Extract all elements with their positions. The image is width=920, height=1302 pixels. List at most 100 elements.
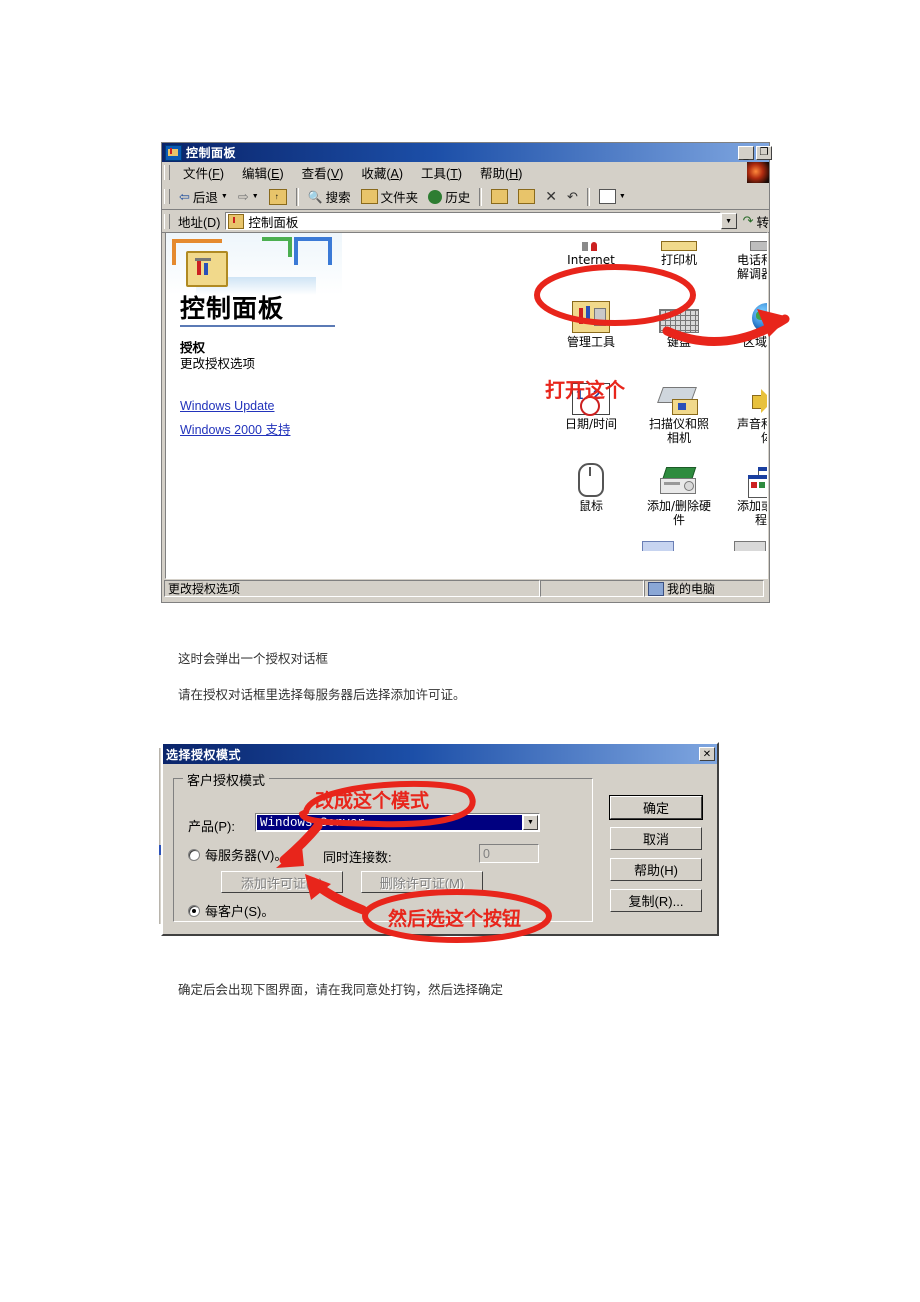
forward-button[interactable]: ⇨ ▼ (233, 188, 264, 206)
cp-icon-scanners-cameras[interactable]: 扫描仪和照 相机 (635, 375, 723, 445)
cp-icon-sounds-multimedia[interactable]: 声音和多媒 体 (723, 375, 767, 445)
cp-icon-administrative-tools[interactable]: 管理工具 (547, 293, 635, 349)
menu-grip[interactable] (164, 165, 170, 180)
cp-icon-keyboard[interactable]: 键盘 (635, 293, 723, 349)
cp-icon-label: 添加或删除 程序 (736, 499, 767, 527)
status-zone-label: 我的电脑 (667, 582, 716, 596)
cp-icon-label: 电话和调制 解调器选项 (736, 253, 767, 281)
group-legend: 客户授权模式 (183, 770, 270, 789)
window-title-bar[interactable]: 控制面板 _ ❐ (162, 143, 772, 162)
divider (180, 325, 335, 327)
cp-icon-label: Internet (567, 253, 615, 267)
menu-item-favorites[interactable]: 收藏(A) (352, 161, 412, 184)
cp-icon-regional-options[interactable]: 区域选项 (723, 293, 767, 349)
menu-item-tools[interactable]: 工具(T) (412, 161, 471, 184)
history-button[interactable]: 历史 (423, 186, 475, 207)
per-server-label: 每服务器(V)。 (205, 848, 288, 863)
delete-button[interactable]: ✕ (540, 187, 562, 206)
chevron-down-icon[interactable]: ▼ (252, 193, 259, 200)
keyboard-icon (635, 293, 723, 333)
clipped-icons-row (342, 539, 767, 551)
toolbar: ⇦ 后退 ▼ ⇨ ▼ ↑ 🔍 搜索 文件夹 历史 ✕ ↶ ▼ (162, 184, 769, 210)
per-seat-radio[interactable]: 每客户(S)。 (188, 901, 274, 920)
cp-icon-phone-modem[interactable]: 电话和调制 解调器选项 (723, 233, 767, 281)
status-bar: 更改授权选项 我的电脑 (164, 579, 768, 598)
link-windows-2000-support[interactable]: Windows 2000 支持 (180, 419, 290, 438)
cp-icon-internet[interactable]: Internet (547, 233, 635, 267)
phone-modem-icon (723, 233, 767, 251)
toolbar-grip[interactable] (164, 189, 170, 204)
annotation-change-mode-text: 改成这个模式 (315, 790, 430, 812)
menu-item-view[interactable]: 查看(V) (293, 161, 353, 184)
remove-licenses-button[interactable]: 删除许可证(M) (361, 871, 483, 893)
move-to-button[interactable] (486, 188, 513, 205)
maximize-button[interactable]: ❐ (756, 145, 772, 160)
address-input[interactable]: 控制面板 (225, 212, 721, 230)
product-value: Windows Server (257, 815, 522, 830)
undo-button[interactable]: ↶ (562, 188, 583, 206)
per-server-radio[interactable]: 每服务器(V)。 (188, 845, 287, 864)
go-button[interactable]: ↷ 转 (738, 211, 769, 232)
cp-icon-label: 日期/时间 (564, 417, 618, 431)
menu-item-help[interactable]: 帮助(H) (471, 161, 531, 184)
concurrent-connections-label: 同时连接数: (323, 850, 392, 865)
cp-icon-mouse[interactable]: 鼠标 (547, 457, 635, 513)
dialog-title-text: 选择授权模式 (166, 747, 242, 762)
folders-icon (360, 189, 378, 204)
concurrent-connections-input[interactable]: 0 (479, 844, 539, 863)
back-button[interactable]: ⇦ 后退 ▼ (174, 186, 233, 207)
address-dropdown-button[interactable]: ▼ (720, 213, 737, 229)
paragraph-1: 这时会弹出一个授权对话框 (178, 651, 329, 666)
cp-icon-add-remove-programs[interactable]: 添加或删除 程序 (723, 457, 767, 527)
folders-button[interactable]: 文件夹 (356, 186, 424, 207)
chevron-down-icon[interactable]: ▼ (221, 193, 228, 200)
scanners-cameras-icon (635, 375, 723, 415)
minimize-button[interactable]: _ (738, 145, 754, 161)
search-label: 搜索 (325, 191, 351, 205)
history-icon (428, 189, 443, 204)
cp-icon-printers[interactable]: 打印机 (635, 233, 723, 267)
ok-button[interactable]: 确定 (610, 796, 702, 819)
control-panel-icon-grid: Internet 打印机 电话和调制 解调器选项 (342, 233, 767, 578)
cp-icon-label: 声音和多媒 体 (736, 417, 767, 445)
cancel-button[interactable]: 取消 (610, 827, 702, 850)
address-bar: 地址(D) 控制面板 ▼ ↷ 转 (162, 210, 769, 233)
product-dropdown-button[interactable]: ▼ (523, 815, 538, 830)
status-middle-pane (540, 580, 644, 597)
internet-options-icon (547, 233, 635, 251)
cp-icon-add-remove-hardware[interactable]: 添加/删除硬 件 (635, 457, 723, 527)
help-button[interactable]: 帮助(H) (610, 858, 702, 881)
add-licenses-button[interactable]: 添加许可证(A) (221, 871, 343, 893)
close-button[interactable]: ✕ (699, 747, 715, 761)
cp-icon-label: 打印机 (660, 253, 697, 267)
regional-options-globe-icon (723, 293, 767, 333)
folder-client-area: 控制面板 授权 更改授权选项 Windows Update Windows 20… (165, 232, 768, 579)
dialog-title-bar[interactable]: 选择授权模式 ✕ (163, 744, 717, 764)
search-button[interactable]: 🔍 搜索 (303, 186, 356, 207)
up-button[interactable]: ↑ (264, 188, 292, 206)
annotation-open-this-text: 打开这个 (545, 378, 625, 402)
window-title-text: 控制面板 (186, 146, 237, 160)
views-button[interactable]: ▼ (594, 188, 631, 205)
copy-to-button[interactable] (513, 188, 540, 205)
per-seat-label: 每客户(S)。 (205, 904, 275, 919)
address-value: 控制面板 (248, 215, 299, 230)
product-combobox[interactable]: Windows Server ▼ (255, 813, 540, 832)
go-arrow-icon: ↷ (742, 213, 754, 228)
radio-dot-selected (188, 904, 200, 917)
link-windows-update[interactable]: Windows Update (180, 399, 275, 413)
chevron-down-icon[interactable]: ▼ (619, 193, 626, 200)
add-remove-hardware-icon (635, 457, 723, 497)
cp-icon-label: 添加/删除硬 件 (646, 499, 712, 527)
menu-item-file[interactable]: 文件(F) (174, 161, 233, 184)
replicate-button[interactable]: 复制(R)... (610, 889, 702, 912)
product-label: 产品(P): (188, 819, 235, 834)
annotation-then-click-text: 然后选这个按钮 (388, 908, 522, 930)
menu-bar: 文件(F) 编辑(E) 查看(V) 收藏(A) 工具(T) 帮助(H) (162, 162, 769, 184)
administrative-tools-icon (547, 293, 635, 333)
search-icon: 🔍 (307, 189, 323, 204)
paragraph-2: 请在授权对话框里选择每服务器后选择添加许可证。 (178, 687, 466, 702)
views-icon (598, 189, 616, 204)
address-grip[interactable] (164, 213, 170, 229)
menu-item-edit[interactable]: 编辑(E) (233, 161, 293, 184)
